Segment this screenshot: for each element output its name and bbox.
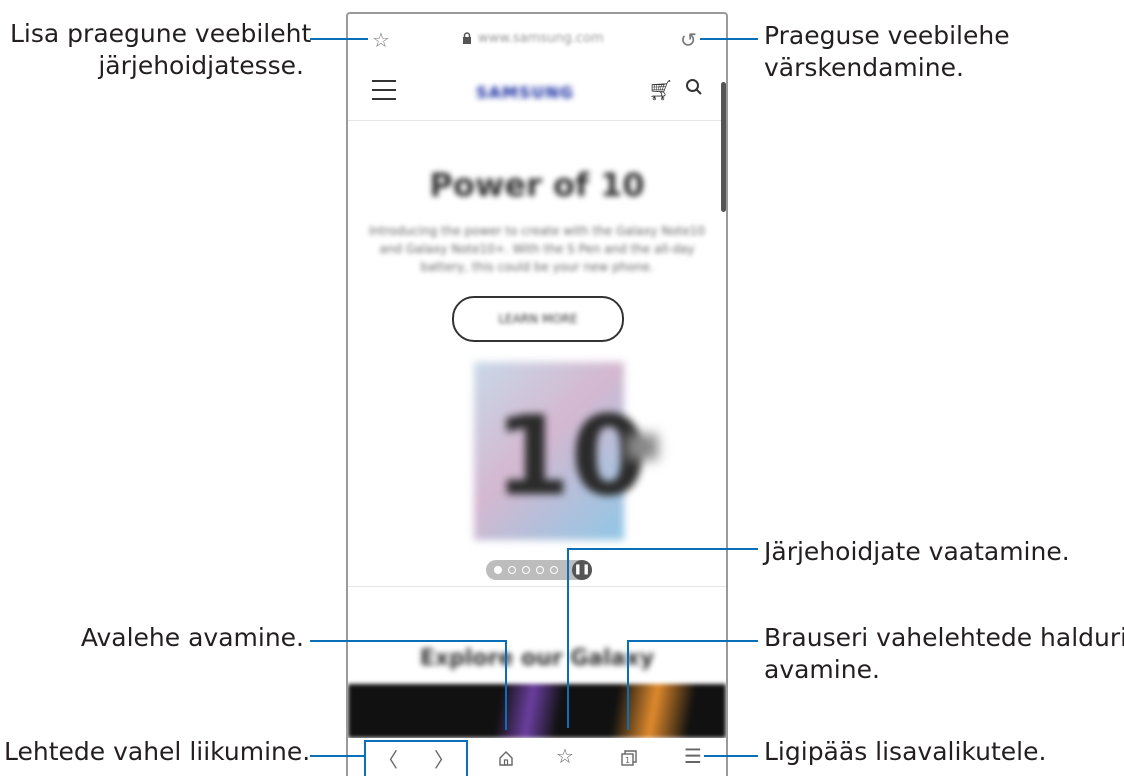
navigation-highlight <box>364 740 468 776</box>
callout-line <box>310 38 368 40</box>
tabs-icon[interactable]: 1 <box>620 750 638 766</box>
callout-line <box>505 640 507 730</box>
carousel-indicator[interactable]: ❚❚ <box>486 560 592 580</box>
callout-text: Brauseri vahelehtede halduri <box>764 623 1124 652</box>
callout-line <box>700 38 758 40</box>
callout-text: Lehtede vahel liikumine. <box>4 737 311 766</box>
pause-icon[interactable]: ❚❚ <box>572 560 592 580</box>
callout-text: Lisa praegune veebileht <box>10 19 312 48</box>
carousel-dot[interactable] <box>508 566 516 574</box>
cart-icon[interactable]: 🛒︎ <box>648 78 673 102</box>
carousel-dot[interactable] <box>550 566 558 574</box>
section-title: Explore our Galaxy <box>419 646 655 671</box>
lock-icon <box>463 32 471 44</box>
learn-more-label: LEARN MORE <box>498 312 578 326</box>
callout-line <box>310 640 506 642</box>
reload-icon[interactable]: ↺ <box>680 28 697 52</box>
callout-text: Ligipääs lisavalikutele. <box>764 737 1047 766</box>
promo-logo <box>626 434 658 460</box>
promo-image[interactable]: 10 <box>474 362 647 540</box>
hero-title: Power of 10 <box>429 166 645 204</box>
home-icon[interactable] <box>498 750 514 766</box>
promo-number: 10 <box>494 392 648 520</box>
brand-logo[interactable]: SAMSUNG <box>476 83 574 102</box>
callout-tab-manager: Brauseri vahelehtede halduri avamine. <box>764 622 1124 686</box>
more-menu-icon[interactable]: ☰ <box>684 744 702 768</box>
star-outline-icon[interactable]: ☆ <box>372 28 390 52</box>
callout-line <box>568 548 758 550</box>
callout-line <box>310 755 366 757</box>
callout-line <box>704 755 758 757</box>
callout-line <box>627 640 629 730</box>
callout-reload: Praeguse veebilehe värskendamine. <box>764 20 1010 84</box>
hero-text: Introducing the power to create with the… <box>368 224 706 274</box>
callout-text: järjehoidjatesse. <box>98 51 304 80</box>
bookmarks-icon[interactable]: ☆ <box>556 744 574 768</box>
callout-bookmark-add: Lisa praegune veebileht järjehoidjatesse… <box>10 18 312 82</box>
callout-line <box>567 548 569 728</box>
callout-bookmarks-view: Järjehoidjate vaatamine. <box>764 536 1070 568</box>
url-text[interactable]: www.samsung.com <box>478 31 604 46</box>
search-icon[interactable] <box>685 78 703 96</box>
callout-more: Ligipääs lisavalikutele. <box>764 736 1046 768</box>
carousel-dot[interactable] <box>536 566 544 574</box>
callout-text: värskendamine. <box>764 53 964 82</box>
browser-screen: ☆ www.samsung.com ↺ SAMSUNG 🛒︎ Power of … <box>346 12 728 776</box>
callout-navigate: Lehtede vahel liikumine. <box>4 736 311 768</box>
carousel-dot[interactable] <box>494 566 502 574</box>
section-divider <box>348 586 726 587</box>
callout-text: avamine. <box>764 655 880 684</box>
callout-text: Järjehoidjate vaatamine. <box>764 537 1070 566</box>
callout-home: Avalehe avamine. <box>10 622 304 654</box>
address-bar[interactable]: ☆ www.samsung.com ↺ <box>348 14 726 66</box>
section-banner[interactable] <box>348 684 726 738</box>
learn-more-button[interactable]: LEARN MORE <box>452 296 624 342</box>
tab-count: 1 <box>625 756 630 765</box>
callout-text: Praeguse veebilehe <box>764 21 1010 50</box>
hamburger-icon[interactable] <box>372 80 396 107</box>
callout-text: Avalehe avamine. <box>80 623 304 652</box>
callout-line <box>628 640 758 642</box>
carousel-dot[interactable] <box>522 566 530 574</box>
